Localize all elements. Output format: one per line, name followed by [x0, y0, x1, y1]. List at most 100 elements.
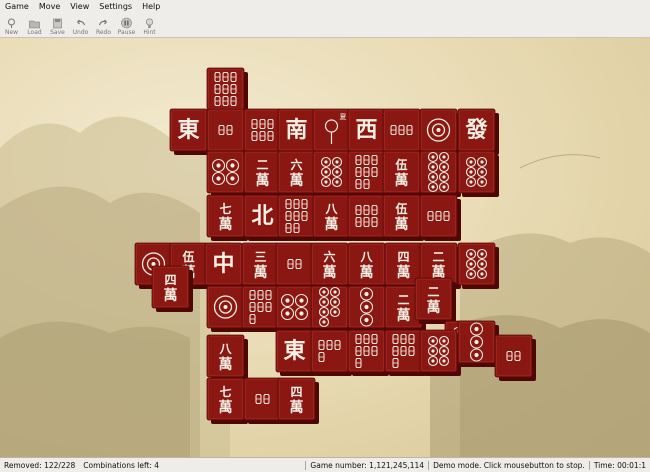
hint-icon: [145, 18, 154, 28]
tile-glyph: 發: [464, 117, 487, 143]
mahjong-tile[interactable]: 東: [169, 108, 211, 155]
redo-button[interactable]: Redo: [92, 13, 115, 37]
status-bar: Removed: 122/228 Combinations left: 4 Ga…: [0, 457, 650, 472]
mahjong-tile[interactable]: 中: [204, 242, 246, 289]
mahjong-tile[interactable]: 七萬: [206, 194, 248, 241]
save-icon: [53, 18, 62, 29]
tile-glyph: 六: [323, 249, 335, 264]
tile-glyph: 八: [359, 250, 373, 264]
new-button[interactable]: New: [0, 13, 23, 37]
tile-glyph: 中: [212, 251, 234, 277]
mahjong-tile[interactable]: 八萬: [347, 242, 389, 289]
menu-bar: Game Move View Settings Help: [0, 0, 650, 12]
tile-glyph: 萬: [427, 299, 441, 316]
tile-glyph: 伍: [394, 157, 407, 172]
elapsed-time: Time: 00:01:1: [588, 460, 650, 470]
mahjong-tile[interactable]: 發: [457, 108, 499, 155]
mahjong-tile[interactable]: 二萬: [414, 277, 456, 324]
menu-move[interactable]: Move: [34, 2, 65, 11]
game-number: Game number: 1,121,245,114: [305, 460, 428, 470]
mahjong-tile[interactable]: [206, 150, 248, 197]
demo-mode-text: Demo mode. Click mousebutton to stop.: [428, 460, 589, 470]
tile-glyph: 南: [285, 117, 307, 143]
mahjong-tile[interactable]: [419, 108, 461, 155]
mahjong-tile[interactable]: [419, 150, 461, 197]
mahjong-tile[interactable]: [382, 108, 424, 155]
tile-glyph: 二: [427, 285, 439, 299]
undo-icon: [77, 19, 86, 26]
tile-glyph: 八: [324, 202, 338, 216]
tile-glyph: 萬: [290, 172, 304, 189]
tile-glyph: 萬: [219, 216, 233, 233]
mahjong-tile[interactable]: [310, 329, 352, 376]
game-board: 東南夏西發二萬六萬伍萬七萬北八萬伍萬伍萬中三萬六萬八萬四萬二萬四萬二萬二萬八萬東…: [0, 38, 650, 457]
mahjong-tile[interactable]: [457, 150, 499, 197]
tile-glyph: 七: [219, 385, 231, 399]
save-button[interactable]: Save: [46, 13, 69, 37]
tile-glyph: 四: [290, 385, 302, 399]
tile-glyph: 東: [283, 338, 305, 364]
removed-count: Removed: 122/228: [4, 460, 76, 470]
redo-label: Redo: [95, 29, 112, 36]
load-label: Load: [27, 29, 42, 36]
mahjong-tile[interactable]: 六萬: [310, 242, 352, 289]
tile-glyph: 萬: [323, 264, 337, 281]
mahjong-tile[interactable]: [494, 334, 536, 381]
hint-label: Hint: [143, 29, 156, 36]
tile-glyph: 四: [164, 273, 176, 287]
menu-help[interactable]: Help: [137, 2, 165, 11]
tile-glyph: 萬: [219, 399, 233, 416]
new-label: New: [4, 29, 19, 36]
tile-glyph: 萬: [397, 307, 411, 324]
mahjong-tile[interactable]: [457, 242, 499, 289]
mahjong-tile[interactable]: [206, 67, 248, 114]
tile-glyph: 二: [256, 158, 268, 172]
combinations-left: Combinations left: 4: [83, 460, 160, 470]
tile-glyph: 七: [219, 202, 231, 216]
load-button[interactable]: Load: [23, 13, 46, 37]
tile-glyph: 六: [290, 157, 302, 172]
mahjong-tile[interactable]: [347, 329, 389, 376]
mahjong-tile[interactable]: [206, 108, 248, 155]
tile-glyph: 北: [251, 203, 273, 229]
tile-glyph: 四: [397, 250, 409, 264]
tile-glyph: 萬: [397, 264, 411, 281]
save-label: Save: [50, 29, 65, 36]
tile-glyph: 東: [177, 117, 199, 143]
tile-glyph: 萬: [254, 264, 268, 281]
mahjong-tile[interactable]: [310, 285, 352, 332]
tile-layer: 東南夏西發二萬六萬伍萬七萬北八萬伍萬伍萬中三萬六萬八萬四萬二萬四萬二萬二萬八萬東…: [134, 67, 536, 424]
tile-glyph: 萬: [360, 264, 374, 281]
undo-button[interactable]: Undo: [69, 13, 92, 37]
mahjong-tile[interactable]: [347, 285, 389, 332]
tile-glyph: 萬: [395, 172, 409, 189]
mahjong-tile[interactable]: [419, 194, 461, 241]
tile-glyph: 八: [218, 342, 232, 356]
hint-button[interactable]: Hint: [138, 13, 161, 37]
tile-glyph: 萬: [164, 287, 178, 304]
tile-glyph: 三: [254, 250, 266, 264]
mahjong-tile[interactable]: [457, 320, 499, 367]
pause-button[interactable]: Pause: [115, 13, 138, 37]
mahjong-tile[interactable]: 四萬: [277, 377, 319, 424]
tile-glyph: 萬: [256, 172, 270, 189]
pause-icon: [121, 17, 132, 29]
tile-glyph: 萬: [325, 216, 339, 233]
tile-glyph: 萬: [219, 356, 233, 373]
mahjong-tile[interactable]: 七萬: [206, 377, 248, 424]
mahjong-tile[interactable]: 八萬: [206, 334, 248, 381]
new-icon: [8, 18, 15, 28]
pause-label: Pause: [117, 29, 136, 36]
menu-view[interactable]: View: [65, 2, 94, 11]
menu-game[interactable]: Game: [0, 2, 34, 11]
tile-glyph: 西: [355, 117, 377, 143]
mahjong-tile[interactable]: 伍萬: [382, 150, 424, 197]
tile-glyph: 二: [397, 293, 409, 307]
mahjong-tile[interactable]: [419, 329, 461, 376]
tile-glyph: 伍: [181, 249, 194, 264]
tile-glyph: 萬: [395, 216, 409, 233]
mahjong-tile[interactable]: 四萬: [151, 265, 193, 312]
menu-settings[interactable]: Settings: [94, 2, 137, 11]
tile-glyph: 夏: [340, 113, 347, 121]
mahjong-tile[interactable]: 伍萬: [382, 194, 424, 241]
